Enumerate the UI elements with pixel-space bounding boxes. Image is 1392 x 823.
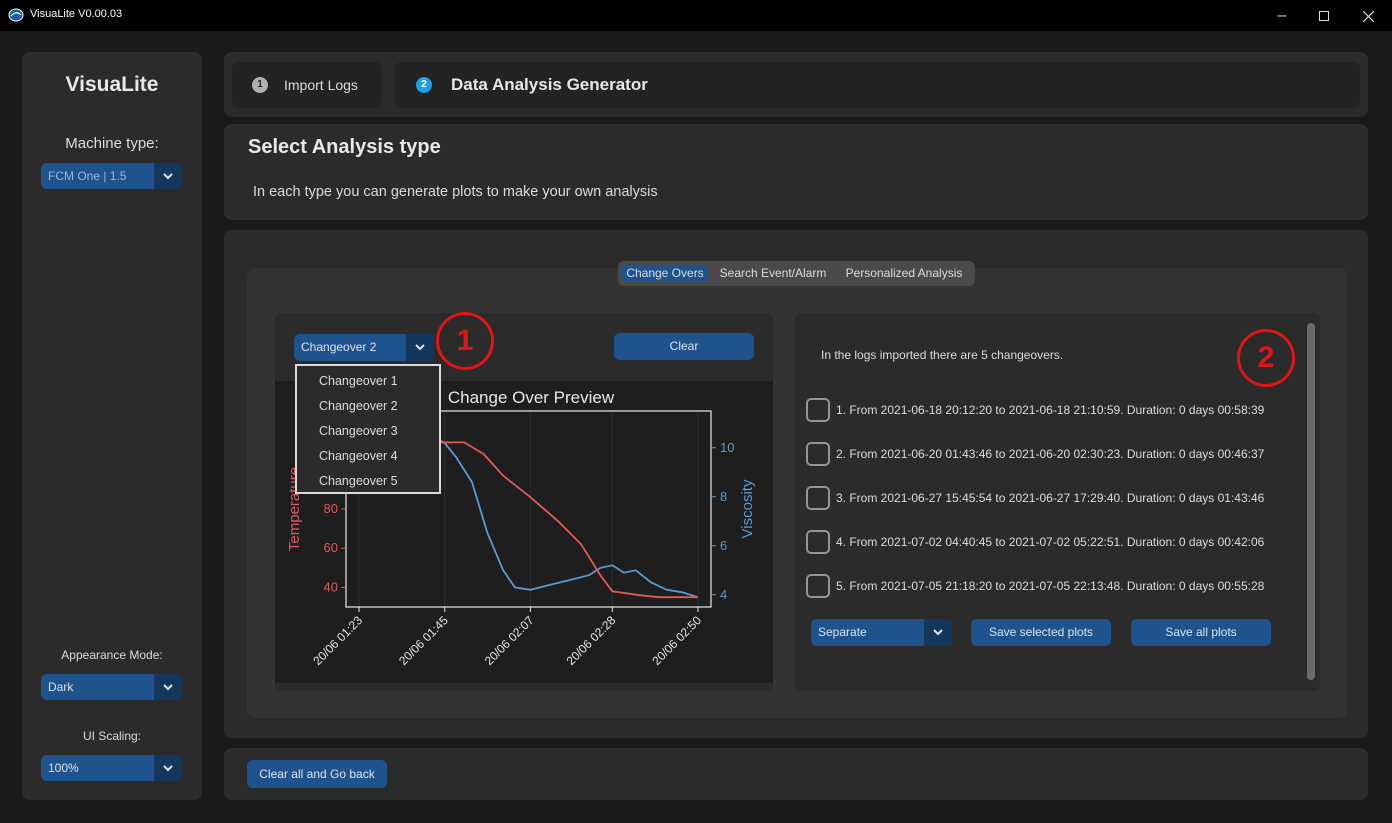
y-tick-label: 40 <box>324 579 338 594</box>
changeover-label-2: 2. From 2021-06-20 01:43:46 to 2021-06-2… <box>836 447 1265 461</box>
annotation-marker-1: 1 <box>436 312 494 370</box>
y2-tick-label: 10 <box>720 440 734 455</box>
ui-scaling-value: 100% <box>48 761 79 775</box>
changeover-label-4: 4. From 2021-07-02 04:40:45 to 2021-07-0… <box>836 535 1265 549</box>
chart-title: Change Over Preview <box>448 388 615 407</box>
chevron-down-icon <box>154 163 182 189</box>
clear-all-go-back-button[interactable]: Clear all and Go back <box>247 760 387 788</box>
appearance-mode-label: Appearance Mode: <box>61 648 163 662</box>
ui-scaling-dropdown[interactable]: 100% <box>41 755 182 781</box>
y2-tick-label: 4 <box>720 587 727 602</box>
appearance-mode-dropdown[interactable]: Dark <box>41 674 182 700</box>
tab-change-overs[interactable]: Change Overs <box>622 265 708 282</box>
tab-import-logs[interactable]: 1 Import Logs <box>232 62 382 108</box>
window-title: VisuaLite V0.00.03 <box>30 8 123 20</box>
title-bar <box>0 0 1392 31</box>
machine-type-dropdown[interactable]: FCM One | 1.5 <box>41 163 182 189</box>
maximize-icon <box>1319 11 1329 21</box>
tab-label: Data Analysis Generator <box>451 75 648 94</box>
chevron-down-icon <box>154 755 182 781</box>
app-logo-text: VisuaLite <box>65 73 159 96</box>
changeover-checkbox-4[interactable] <box>806 530 830 554</box>
analysis-type-selector: Change Overs Search Event/Alarm Personal… <box>618 261 975 286</box>
dropdown-item-changeover-5[interactable]: Changeover 5 <box>319 474 398 488</box>
changeover-count-text: In the logs imported there are 5 changeo… <box>821 348 1064 362</box>
scrollbar-thumb[interactable] <box>1307 323 1315 680</box>
changeover-label-1: 1. From 2021-06-18 20:12:20 to 2021-06-1… <box>836 403 1265 417</box>
maximize-button[interactable] <box>1304 4 1344 28</box>
step-number-badge: 1 <box>252 77 268 93</box>
y-tick-label: 60 <box>324 540 338 555</box>
chevron-down-icon <box>154 674 182 700</box>
y2-tick-label: 6 <box>720 538 727 553</box>
close-button[interactable] <box>1348 4 1388 28</box>
clear-button[interactable]: Clear <box>614 333 754 360</box>
dropdown-item-changeover-2[interactable]: Changeover 2 <box>319 399 398 413</box>
changeover-select[interactable]: Changeover 2 <box>294 334 434 361</box>
dropdown-item-changeover-4[interactable]: Changeover 4 <box>319 449 398 463</box>
changeover-label-5: 5. From 2021-07-05 21:18:20 to 2021-07-0… <box>836 579 1265 593</box>
tab-search-event-alarm[interactable]: Search Event/Alarm <box>712 265 834 282</box>
page-subtitle: In each type you can generate plots to m… <box>253 184 658 200</box>
save-mode-dropdown[interactable]: Separate <box>811 619 952 646</box>
y2-tick-label: 8 <box>720 489 727 504</box>
changeover-select-value: Changeover 2 <box>301 340 377 354</box>
changeover-checkbox-5[interactable] <box>806 574 830 598</box>
changeover-checkbox-2[interactable] <box>806 442 830 466</box>
visualite-logo-icon <box>8 8 24 22</box>
bottom-bar <box>224 748 1368 800</box>
tab-personalized-analysis[interactable]: Personalized Analysis <box>838 265 970 282</box>
chevron-down-icon <box>406 334 434 361</box>
save-all-plots-button[interactable]: Save all plots <box>1131 619 1271 646</box>
annotation-marker-2: 2 <box>1237 329 1295 387</box>
dropdown-item-changeover-3[interactable]: Changeover 3 <box>319 424 398 438</box>
save-mode-value: Separate <box>818 625 867 639</box>
close-icon <box>1362 10 1374 23</box>
appearance-mode-value: Dark <box>48 680 74 694</box>
page-title: Select Analysis type <box>248 136 441 158</box>
minimize-button[interactable]: – <box>1262 4 1302 28</box>
machine-type-value: FCM One | 1.5 <box>48 169 127 183</box>
save-selected-plots-button[interactable]: Save selected plots <box>971 619 1111 646</box>
changeover-checkbox-1[interactable] <box>806 398 830 422</box>
chevron-down-icon <box>924 619 952 646</box>
step-number-badge: 2 <box>416 77 432 93</box>
tab-label: Import Logs <box>284 77 358 93</box>
minimize-icon: – <box>1277 7 1287 24</box>
y-tick-label: 80 <box>324 501 338 516</box>
machine-type-label: Machine type: <box>65 135 159 152</box>
ui-scaling-label: UI Scaling: <box>82 729 142 743</box>
changeover-checkbox-3[interactable] <box>806 486 830 510</box>
y2-axis-label: Viscosity <box>739 479 756 538</box>
dropdown-item-changeover-1[interactable]: Changeover 1 <box>319 374 398 388</box>
tab-data-analysis-generator[interactable]: 2 Data Analysis Generator <box>395 62 1360 108</box>
changeover-dropdown-menu: Changeover 1 Changeover 2 Changeover 3 C… <box>295 364 441 494</box>
changeover-label-3: 3. From 2021-06-27 15:45:54 to 2021-06-2… <box>836 491 1265 505</box>
